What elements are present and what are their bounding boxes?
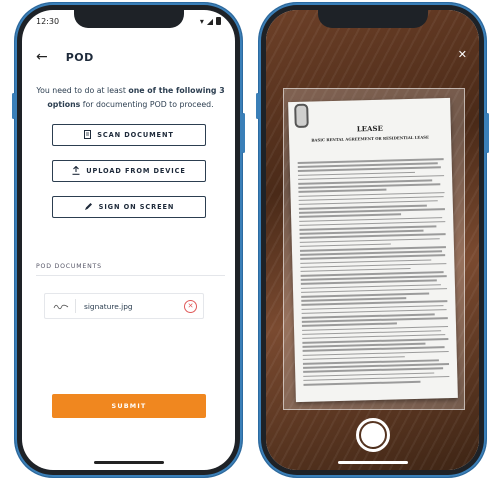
document-text-line — [298, 183, 440, 189]
capture-button[interactable] — [355, 418, 390, 452]
document-text-line — [300, 262, 447, 269]
instruction-prefix: You need to do at least — [36, 86, 129, 95]
notch — [317, 10, 428, 28]
document-text-line — [299, 237, 440, 244]
status-icons: ▾ ◢ — [200, 17, 221, 26]
document-name: signature.jpg — [84, 301, 133, 311]
close-icon[interactable]: ✕ — [458, 48, 467, 61]
battery-icon — [216, 17, 221, 25]
scan-document-button[interactable]: SCAN DOCUMENT — [52, 124, 206, 146]
document-icon — [84, 129, 92, 141]
lease-document: LEASE BASIC RENTAL AGREEMENT OR RESIDENT… — [288, 97, 458, 403]
upload-icon — [72, 165, 80, 177]
scan-document-label: SCAN DOCUMENT — [97, 131, 174, 139]
document-subtitle: BASIC RENTAL AGREEMENT OR RESIDENTIAL LE… — [311, 134, 429, 143]
page-title: POD — [65, 50, 94, 64]
notch — [73, 10, 184, 28]
document-text-line — [302, 350, 449, 357]
instruction-suffix: for documenting POD to proceed. — [80, 100, 214, 109]
document-body-text — [297, 158, 450, 392]
wifi-icon: ▾ — [199, 16, 204, 26]
document-title: LEASE — [356, 123, 383, 134]
phone-pod-screen: 12:30 ▾ ◢ ← POD You need to do at least … — [12, 3, 245, 477]
capture-button-inner — [360, 423, 385, 447]
camera-screen: ✕ LEASE BASIC RENTAL AGREEMENT OR RESIDE… — [266, 10, 479, 470]
phone-camera-screen: ✕ LEASE BASIC RENTAL AGREEMENT OR RESIDE… — [256, 3, 489, 477]
document-text-line — [303, 375, 450, 382]
instruction-text: You need to do at least one of the follo… — [36, 84, 225, 112]
pod-screen: 12:30 ▾ ◢ ← POD You need to do at least … — [22, 10, 235, 470]
sign-on-screen-label: SIGN ON SCREEN — [98, 203, 175, 211]
power-button — [486, 113, 489, 153]
submit-button[interactable]: SUBMIT — [52, 394, 206, 418]
status-time: 12:30 — [36, 16, 60, 26]
volume-button — [12, 93, 15, 119]
signal-icon: ◢ — [206, 16, 213, 26]
home-indicator — [337, 461, 408, 464]
document-text-line — [301, 292, 430, 298]
document-text-line — [298, 188, 387, 193]
document-text-line — [301, 322, 397, 327]
back-arrow-icon[interactable]: ← — [36, 50, 48, 64]
app-header: ← POD — [36, 50, 221, 64]
upload-from-device-label: UPLOAD FROM DEVICE — [86, 167, 186, 175]
pod-documents-heading: POD DOCUMENTS — [36, 263, 102, 270]
document-text-line — [297, 166, 441, 172]
home-indicator — [93, 461, 164, 464]
signature-thumbnail — [51, 299, 76, 313]
pen-icon — [84, 202, 93, 213]
document-text-line — [301, 317, 448, 323]
paper-clip-icon — [294, 103, 309, 129]
sign-on-screen-button[interactable]: SIGN ON SCREEN — [52, 196, 206, 218]
document-text-line — [298, 208, 445, 214]
power-button — [242, 113, 245, 153]
document-item: signature.jpg ✕ — [44, 293, 204, 319]
divider — [36, 275, 225, 276]
volume-button — [256, 93, 259, 119]
remove-document-icon[interactable]: ✕ — [184, 299, 197, 313]
document-heading: LEASE BASIC RENTAL AGREEMENT OR RESIDENT… — [289, 122, 451, 143]
document-text-line — [303, 380, 421, 386]
document-text-line — [302, 338, 449, 344]
document-text-line — [299, 243, 391, 248]
upload-from-device-button[interactable]: UPLOAD FROM DEVICE — [52, 160, 206, 182]
